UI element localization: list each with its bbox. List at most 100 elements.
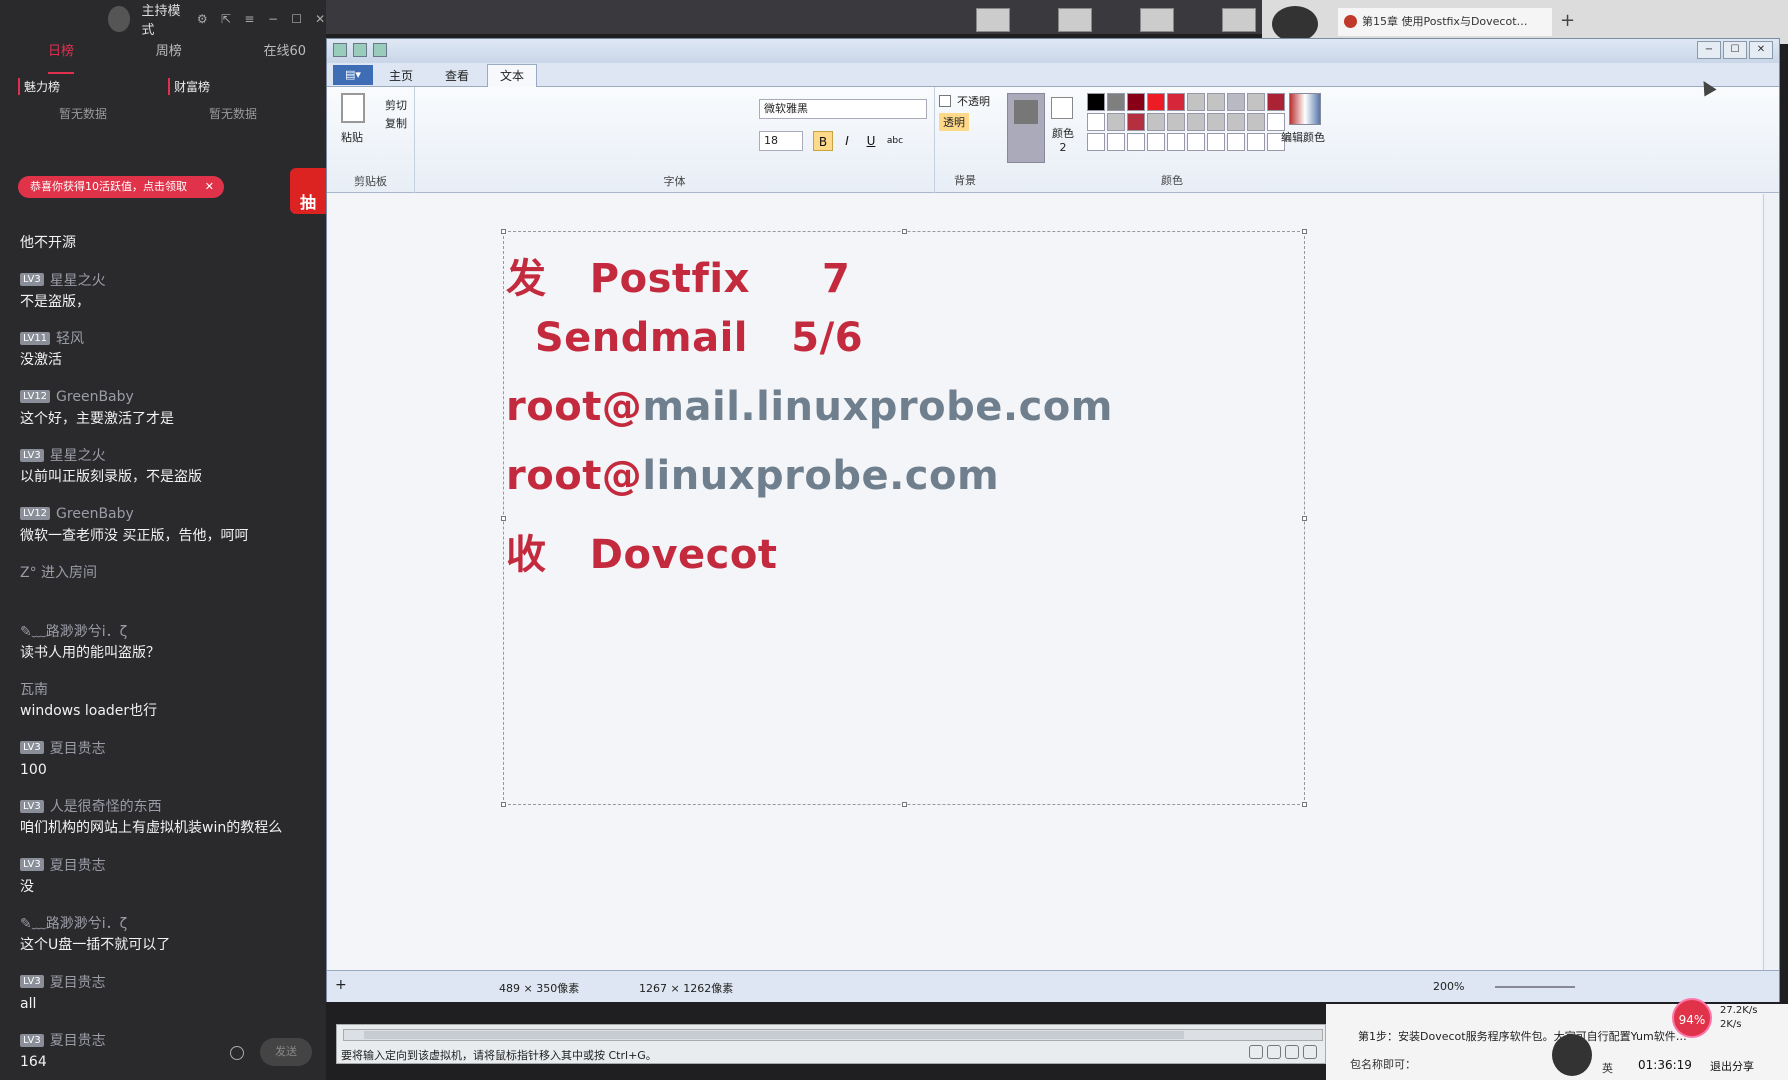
color1-swatch[interactable] <box>1007 93 1045 163</box>
edit-colors-label[interactable]: 编辑颜色 <box>1281 129 1325 145</box>
tab-text[interactable]: 文本 <box>487 64 538 88</box>
user-name[interactable]: Z° 进入房间 <box>20 562 97 582</box>
user-name[interactable]: ✎﹏路渺渺兮i．ζ <box>20 621 127 641</box>
banner-close-icon[interactable]: ✕ <box>205 176 214 198</box>
palette-swatch[interactable] <box>1247 133 1265 151</box>
palette-swatch[interactable] <box>1207 93 1225 111</box>
palette-swatch[interactable] <box>1107 133 1125 151</box>
host-avatar[interactable] <box>108 6 130 32</box>
maximize-icon[interactable]: ☐ <box>291 12 303 26</box>
user-name[interactable]: 轻风 <box>56 328 84 348</box>
user-name[interactable]: 瓦南 <box>20 679 48 699</box>
tab-daily[interactable]: 日榜 <box>48 40 75 74</box>
reward-banner[interactable]: 恭喜你获得10活跃值，点击领取 ✕ <box>18 176 224 198</box>
user-name[interactable]: ✎﹏路渺渺兮i．ζ <box>20 913 127 933</box>
palette-swatch[interactable] <box>1107 113 1125 131</box>
palette-swatch[interactable] <box>1127 133 1145 151</box>
resize-handle[interactable] <box>501 516 506 521</box>
close-icon[interactable]: ✕ <box>314 12 326 26</box>
palette-swatch[interactable] <box>1127 93 1145 111</box>
cut-button[interactable]: 剪切 <box>385 97 407 113</box>
vertical-scrollbar[interactable] <box>1763 194 1779 970</box>
palette-swatch[interactable] <box>1167 133 1185 151</box>
file-menu-button[interactable]: ▤▾ <box>333 65 373 85</box>
user-name[interactable]: 人是很奇怪的东西 <box>50 796 162 816</box>
paint-icon[interactable] <box>333 43 347 57</box>
user-name[interactable]: 星星之火 <box>50 445 106 465</box>
tab-online[interactable]: 在线60 <box>263 40 306 68</box>
usb-icon[interactable] <box>1303 1045 1317 1059</box>
palette-swatch[interactable] <box>1167 93 1185 111</box>
bold-button[interactable]: B <box>813 131 833 151</box>
minimize-button[interactable]: − <box>1697 41 1721 59</box>
palette-swatch[interactable] <box>1227 113 1245 131</box>
opaque-label[interactable]: 不透明 <box>957 93 990 109</box>
cd-icon[interactable] <box>1267 1045 1281 1059</box>
palette-swatch[interactable] <box>1127 113 1145 131</box>
edit-colors-icon[interactable] <box>1289 93 1321 125</box>
palette-swatch[interactable] <box>1087 113 1105 131</box>
disk-icon[interactable] <box>1249 1045 1263 1059</box>
font-family-select[interactable]: 微软雅黑 <box>759 99 927 119</box>
strikethrough-button[interactable]: abc <box>885 131 905 151</box>
lottery-button[interactable]: 抽 <box>290 168 326 214</box>
browser-tab[interactable]: 第15章 使用Postfix与Dovecot… <box>1338 8 1552 36</box>
palette-swatch[interactable] <box>1187 113 1205 131</box>
copy-button[interactable]: 复制 <box>385 115 407 131</box>
resize-handle[interactable] <box>1302 516 1307 521</box>
palette-swatch[interactable] <box>1207 113 1225 131</box>
palette-swatch[interactable] <box>1147 113 1165 131</box>
user-name[interactable]: 夏目贵志 <box>50 972 106 992</box>
resize-handle[interactable] <box>1302 229 1307 234</box>
user-name[interactable]: GreenBaby <box>56 389 134 405</box>
new-tab-button[interactable]: + <box>1560 10 1575 31</box>
close-button[interactable]: ✕ <box>1749 41 1773 59</box>
popout-icon[interactable]: ⇱ <box>220 12 232 26</box>
exit-share-button[interactable]: 退出分享 <box>1710 1058 1754 1074</box>
tab-view[interactable]: 查看 <box>445 67 469 84</box>
ime-indicator[interactable]: 英 <box>1602 1060 1613 1076</box>
palette-swatch[interactable] <box>1107 93 1125 111</box>
user-name[interactable]: 夏目贵志 <box>50 738 106 758</box>
save-icon[interactable] <box>353 43 367 57</box>
tab-weekly[interactable]: 周榜 <box>156 40 182 68</box>
opaque-checkbox[interactable] <box>939 95 951 107</box>
maximize-button[interactable]: ☐ <box>1723 41 1747 59</box>
palette-swatch[interactable] <box>1207 133 1225 151</box>
app-icon[interactable] <box>976 8 1010 32</box>
palette-swatch[interactable] <box>1227 133 1245 151</box>
send-button[interactable]: 发送 <box>260 1038 312 1066</box>
zoom-slider[interactable] <box>1495 986 1575 988</box>
user-name[interactable]: 夏目贵志 <box>50 1030 106 1050</box>
resize-handle[interactable] <box>1302 802 1307 807</box>
paste-icon[interactable] <box>341 93 365 123</box>
palette-swatch[interactable] <box>1147 133 1165 151</box>
font-size-select[interactable]: 18 <box>759 131 803 151</box>
palette-swatch[interactable] <box>1247 93 1265 111</box>
app-icon[interactable] <box>1140 8 1174 32</box>
palette-swatch[interactable] <box>1087 93 1105 111</box>
user-name[interactable]: 夏目贵志 <box>50 855 106 875</box>
wealth-rank-label[interactable]: 财富榜 <box>168 78 318 95</box>
user-name[interactable]: 星星之火 <box>50 270 106 290</box>
palette-swatch[interactable] <box>1147 93 1165 111</box>
horizontal-scrollbar[interactable] <box>343 1029 1323 1041</box>
network-icon[interactable] <box>1285 1045 1299 1059</box>
underline-button[interactable]: U <box>861 131 881 151</box>
canvas-area[interactable]: 发 Postfix 7 Sendmail 5/6 root@mail.linuxp… <box>327 194 1761 970</box>
paste-label[interactable]: 粘贴 <box>341 129 363 145</box>
palette-swatch[interactable] <box>1087 133 1105 151</box>
color2-swatch[interactable] <box>1051 97 1073 119</box>
add-icon[interactable]: + <box>335 977 347 993</box>
palette-swatch[interactable] <box>1187 93 1205 111</box>
italic-button[interactable]: I <box>837 131 857 151</box>
palette-swatch[interactable] <box>1167 113 1185 131</box>
resize-handle[interactable] <box>501 802 506 807</box>
canvas[interactable]: 发 Postfix 7 Sendmail 5/6 root@mail.linuxp… <box>501 229 1307 807</box>
settings-icon[interactable]: ⚙ <box>197 12 209 26</box>
app-icon[interactable] <box>1058 8 1092 32</box>
palette-swatch[interactable] <box>1187 133 1205 151</box>
resize-handle[interactable] <box>902 802 907 807</box>
user-name[interactable]: GreenBaby <box>56 506 134 522</box>
minimize-icon[interactable]: − <box>267 12 279 26</box>
